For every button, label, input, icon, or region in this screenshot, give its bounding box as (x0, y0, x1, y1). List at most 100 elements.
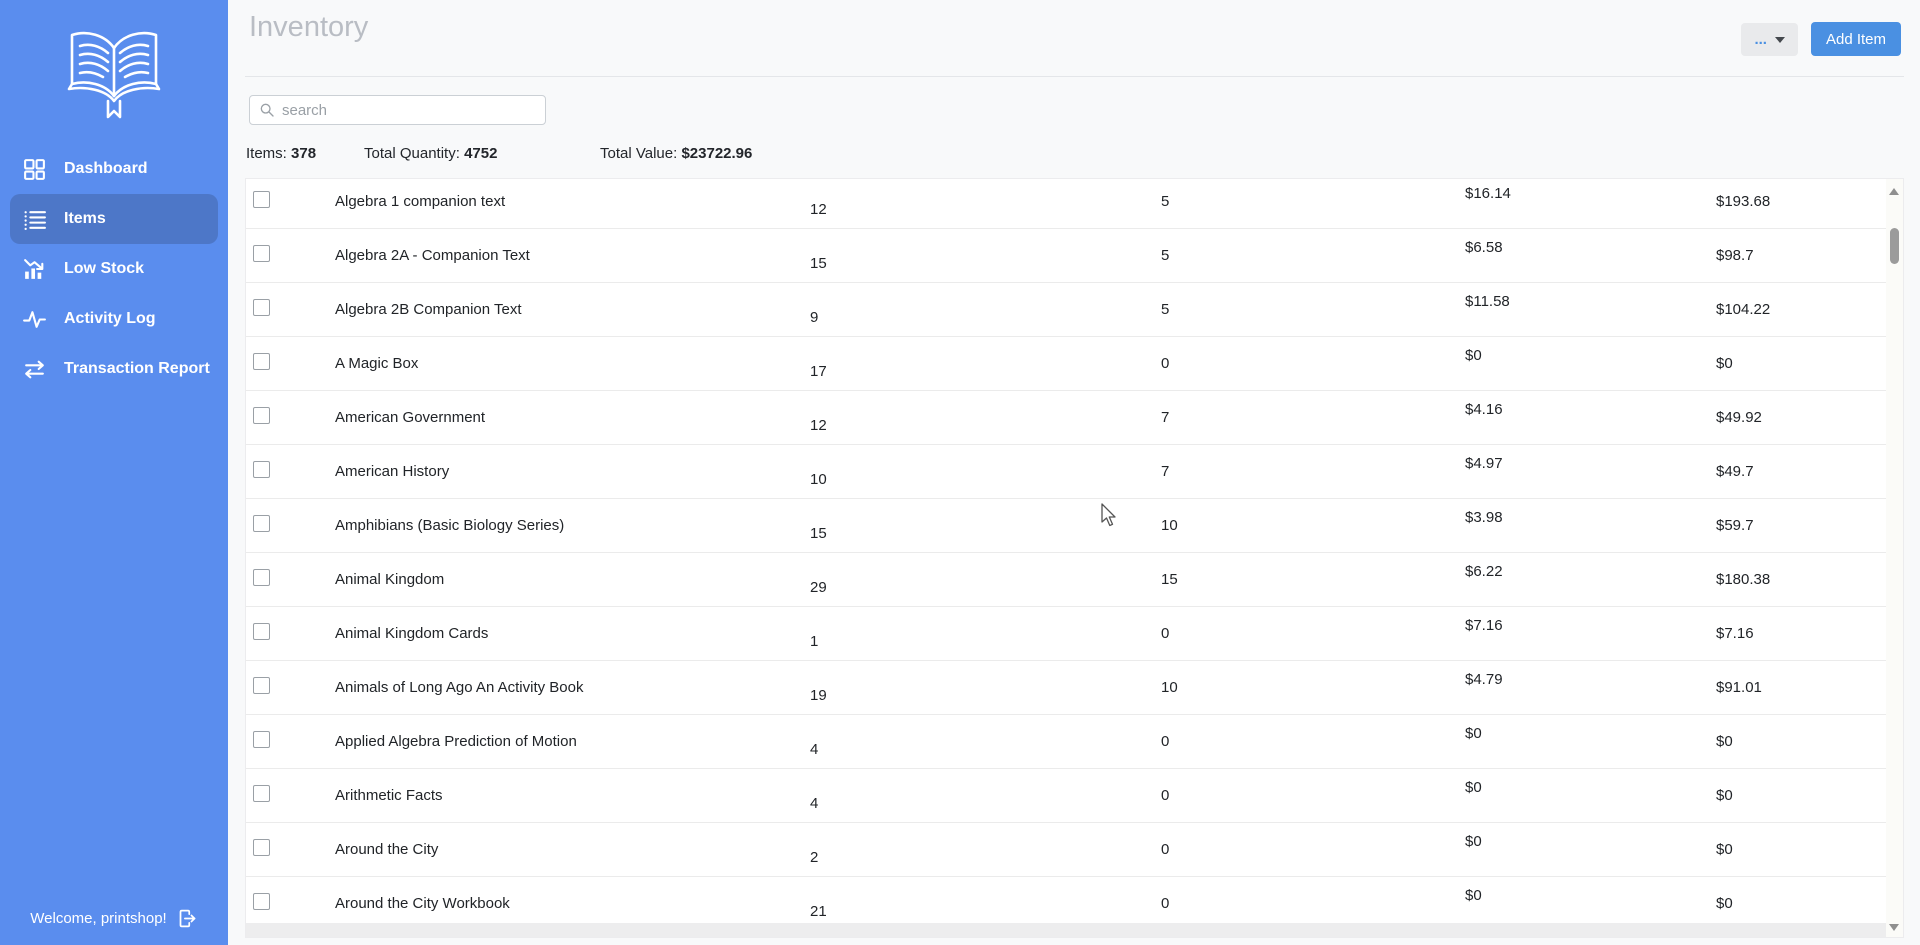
scroll-up-icon[interactable] (1889, 188, 1899, 195)
item-quantity: 29 (810, 579, 827, 596)
item-price: $0 (1465, 725, 1482, 742)
sidebar-item-activity-log[interactable]: Activity Log (0, 294, 228, 344)
item-price: $4.79 (1465, 671, 1503, 688)
table-row[interactable]: A Magic Box 17 0 $0 $0 (246, 337, 1886, 391)
table-row[interactable]: Applied Algebra Prediction of Motion 4 0… (246, 715, 1886, 769)
item-name: Algebra 2A - Companion Text (335, 247, 530, 264)
row-checkbox[interactable] (253, 731, 270, 748)
item-threshold: 5 (1161, 193, 1170, 210)
sidebar-item-transaction-report[interactable]: Transaction Report (0, 344, 228, 394)
item-threshold: 15 (1161, 571, 1178, 588)
row-checkbox[interactable] (253, 407, 270, 424)
sidebar-nav: Dashboard Items Low Stock Activity Log T… (0, 144, 228, 394)
item-name: Arithmetic Facts (335, 787, 443, 804)
item-total: $98.7 (1716, 247, 1754, 264)
stat-total-quantity-label: Total Quantity: (364, 145, 460, 162)
item-price: $6.58 (1465, 239, 1503, 256)
chevron-down-icon (1774, 37, 1785, 43)
table-row[interactable]: American History 10 7 $4.97 $49.7 (246, 445, 1886, 499)
table-row[interactable]: Around the City Workbook 21 0 $0 $0 (246, 877, 1886, 923)
table-row[interactable]: Animals of Long Ago An Activity Book 19 … (246, 661, 1886, 715)
item-total: $193.68 (1716, 193, 1771, 210)
item-name: Algebra 1 companion text (335, 193, 506, 210)
add-item-button[interactable]: Add Item (1810, 22, 1901, 56)
row-checkbox[interactable] (253, 839, 270, 856)
table-row[interactable]: Animal Kingdom 29 15 $6.22 $180.38 (246, 553, 1886, 607)
item-price: $0 (1465, 347, 1482, 364)
stat-items: Items: 378 (246, 145, 316, 162)
stat-total-quantity-value: 4752 (464, 145, 498, 162)
vertical-scrollbar[interactable] (1886, 179, 1903, 937)
item-price: $0 (1465, 887, 1482, 904)
row-checkbox[interactable] (253, 569, 270, 586)
item-name: Animals of Long Ago An Activity Book (335, 679, 584, 696)
item-threshold: 0 (1161, 733, 1170, 750)
item-quantity: 12 (810, 417, 827, 434)
item-total: $59.7 (1716, 517, 1754, 534)
table-row[interactable]: Algebra 2A - Companion Text 15 5 $6.58 $… (246, 229, 1886, 283)
more-actions-dropdown[interactable]: ... (1741, 22, 1798, 56)
item-price: $3.98 (1465, 509, 1503, 526)
table-rows-viewport: Algebra 1 companion text 12 5 $16.14 $19… (246, 179, 1886, 923)
stat-total-value-label: Total Value: (600, 145, 678, 162)
item-threshold: 0 (1161, 895, 1170, 912)
item-name: Amphibians (Basic Biology Series) (335, 517, 565, 534)
stat-total-value-value: $23722.96 (681, 145, 753, 162)
sidebar: Dashboard Items Low Stock Activity Log T… (0, 0, 228, 945)
search-box (249, 95, 546, 125)
item-quantity: 15 (810, 525, 827, 542)
row-checkbox[interactable] (253, 623, 270, 640)
scroll-down-icon[interactable] (1889, 924, 1899, 931)
table-row[interactable]: Amphibians (Basic Biology Series) 15 10 … (246, 499, 1886, 553)
item-name: American History (335, 463, 450, 480)
row-checkbox[interactable] (253, 353, 270, 370)
item-quantity: 17 (810, 363, 827, 380)
low-stock-icon (23, 258, 43, 279)
welcome-message: Welcome, printshop! (0, 908, 228, 929)
item-quantity: 9 (810, 309, 819, 326)
item-total: $49.92 (1716, 409, 1762, 426)
item-total: $7.16 (1716, 625, 1754, 642)
horizontal-scrollbar[interactable] (246, 923, 1886, 937)
item-price: $16.14 (1465, 185, 1511, 202)
row-checkbox[interactable] (253, 191, 270, 208)
row-checkbox[interactable] (253, 245, 270, 262)
row-checkbox[interactable] (253, 515, 270, 532)
item-name: Around the City (335, 841, 439, 858)
row-checkbox[interactable] (253, 461, 270, 478)
sidebar-item-items[interactable]: Items (10, 194, 218, 244)
row-checkbox[interactable] (253, 677, 270, 694)
item-threshold: 0 (1161, 625, 1170, 642)
table-row[interactable]: Animal Kingdom Cards 1 0 $7.16 $7.16 (246, 607, 1886, 661)
item-quantity: 2 (810, 849, 819, 866)
sidebar-item-dashboard[interactable]: Dashboard (0, 144, 228, 194)
item-price: $4.97 (1465, 455, 1503, 472)
row-checkbox[interactable] (253, 299, 270, 316)
table-row[interactable]: Algebra 1 companion text 12 5 $16.14 $19… (246, 179, 1886, 229)
table-row[interactable]: Arithmetic Facts 4 0 $0 $0 (246, 769, 1886, 823)
item-threshold: 7 (1161, 409, 1170, 426)
item-total: $0 (1716, 787, 1733, 804)
item-name: Applied Algebra Prediction of Motion (335, 733, 577, 750)
logout-icon[interactable] (177, 908, 198, 929)
table-row[interactable]: American Government 12 7 $4.16 $49.92 (246, 391, 1886, 445)
stats-bar: Items: 378 Total Quantity: 4752 Total Va… (228, 145, 1920, 163)
row-checkbox[interactable] (253, 785, 270, 802)
item-quantity: 4 (810, 795, 819, 812)
row-checkbox[interactable] (253, 893, 270, 910)
item-quantity: 21 (810, 903, 827, 920)
sidebar-item-low-stock[interactable]: Low Stock (0, 244, 228, 294)
welcome-text: Welcome, printshop! (30, 910, 167, 927)
table-row[interactable]: Around the City 2 0 $0 $0 (246, 823, 1886, 877)
item-threshold: 5 (1161, 301, 1170, 318)
table-row[interactable]: Algebra 2B Companion Text 9 5 $11.58 $10… (246, 283, 1886, 337)
page-title: Inventory (249, 11, 369, 43)
item-name: Animal Kingdom (335, 571, 445, 588)
item-quantity: 19 (810, 687, 827, 704)
item-threshold: 7 (1161, 463, 1170, 480)
list-icon (24, 210, 46, 230)
search-icon (260, 103, 274, 117)
search-input[interactable] (282, 101, 545, 119)
vertical-scrollbar-thumb[interactable] (1890, 228, 1899, 264)
item-price: $4.16 (1465, 401, 1503, 418)
